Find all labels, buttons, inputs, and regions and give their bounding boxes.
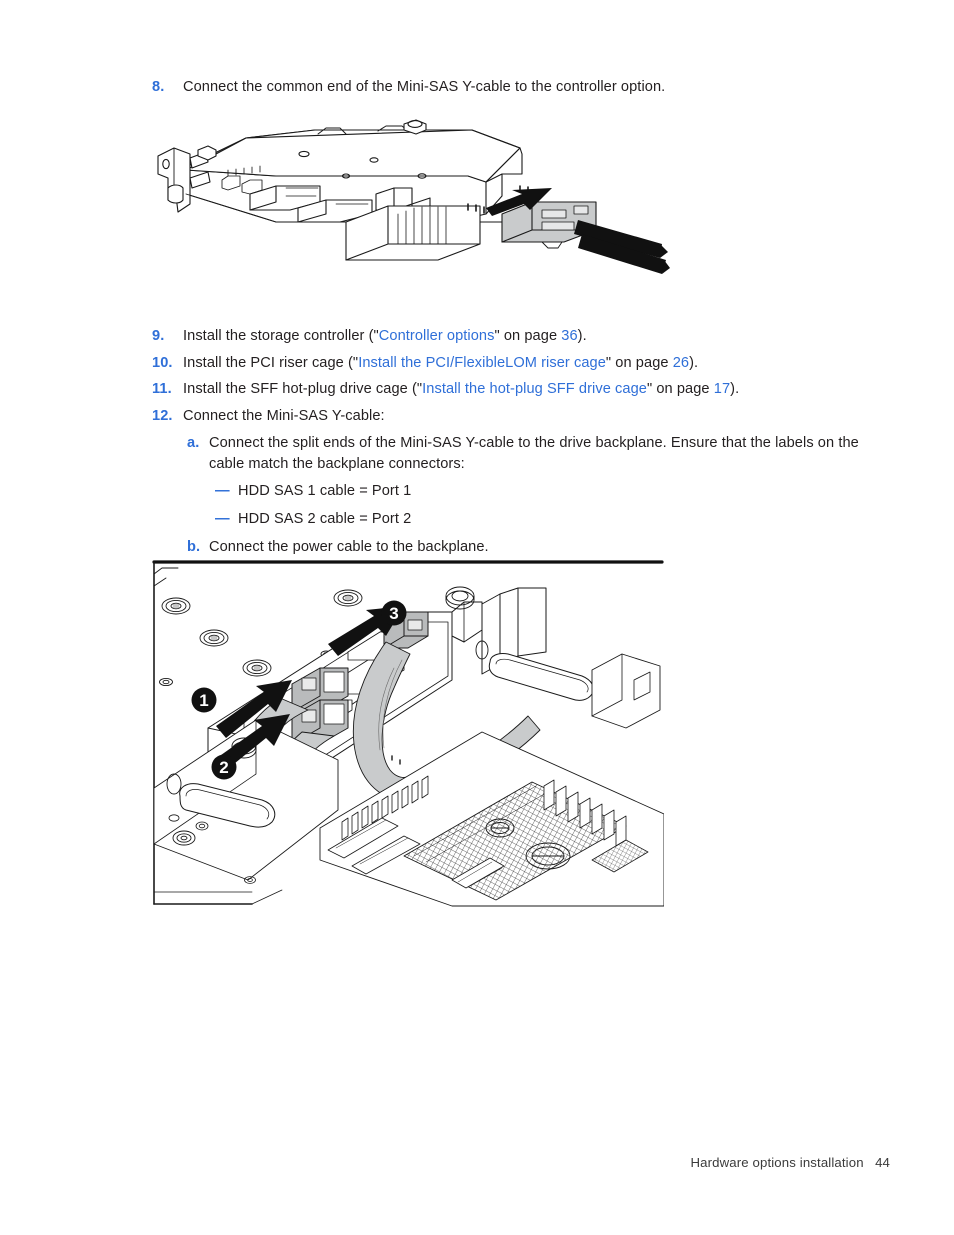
- step-text: Install the SFF hot-plug drive cage ("In…: [183, 379, 912, 400]
- page-reference-link[interactable]: 26: [673, 355, 689, 371]
- chassis-interior-illustration: 1 2 3: [152, 560, 664, 907]
- cross-reference-link[interactable]: Controller options: [379, 328, 495, 344]
- step-number: 10.: [152, 355, 173, 371]
- step-text: Connect the Mini-SAS Y-cable:: [183, 408, 385, 424]
- figure-chassis-interior: 1 2 3: [152, 560, 664, 908]
- svg-text:3: 3: [389, 604, 398, 623]
- svg-text:2: 2: [219, 758, 228, 777]
- list-item-step-12b: b. Connect the power cable to the backpl…: [187, 537, 877, 558]
- step-text-pre: Install the SFF hot-plug drive cage (": [183, 381, 423, 397]
- dash-bullet: —: [215, 483, 230, 499]
- substep-letter: b.: [187, 539, 201, 555]
- step-number: 11.: [152, 381, 172, 397]
- list-item-step-10: 10. Install the PCI riser cage ("Install…: [152, 353, 912, 374]
- step-number: 8.: [152, 79, 165, 95]
- dash-bullet: —: [215, 511, 230, 527]
- substep-letter: a.: [187, 435, 200, 451]
- step-text-pre: Install the storage controller (": [183, 328, 379, 344]
- step-text: Install the PCI riser cage ("Install the…: [183, 353, 912, 374]
- document-page: 8. Connect the common end of the Mini-SA…: [0, 0, 954, 1235]
- list-item-step-9: 9. Install the storage controller ("Cont…: [152, 326, 912, 347]
- step-text-post: ).: [689, 355, 699, 371]
- step-text-mid: " on page: [494, 328, 562, 344]
- substep-text: Connect the split ends of the Mini-SAS Y…: [209, 435, 859, 472]
- step-text-post: ).: [730, 381, 740, 397]
- controller-card-illustration: [157, 119, 670, 274]
- cross-reference-link[interactable]: Install the PCI/FlexibleLOM riser cage: [358, 355, 606, 371]
- list-item-step-8: 8. Connect the common end of the Mini-SA…: [152, 77, 912, 98]
- svg-text:1: 1: [199, 691, 208, 710]
- page-reference-link[interactable]: 36: [561, 328, 577, 344]
- step-text-mid: " on page: [605, 355, 673, 371]
- cross-reference-link[interactable]: Install the hot-plug SFF drive cage: [422, 381, 647, 397]
- step-number: 12.: [152, 408, 173, 424]
- callout-badge-3: 3: [381, 600, 407, 626]
- callout-badge-1: 1: [191, 687, 217, 713]
- callout-badge-2: 2: [211, 754, 237, 780]
- step-text: Connect the common end of the Mini-SAS Y…: [183, 79, 666, 95]
- page-footer: Hardware options installation 44: [691, 1155, 891, 1170]
- list-item-dash-2: — HDD SAS 2 cable = Port 2: [215, 509, 815, 530]
- dash-text: HDD SAS 1 cable = Port 1: [238, 483, 412, 499]
- footer-page-number: 44: [875, 1155, 890, 1170]
- footer-section-title: Hardware options installation: [690, 1155, 864, 1170]
- dash-text: HDD SAS 2 cable = Port 2: [238, 511, 412, 527]
- list-item-step-12a: a. Connect the split ends of the Mini-SA…: [187, 433, 877, 475]
- step-text: Install the storage controller ("Control…: [183, 326, 912, 347]
- step-text-mid: " on page: [646, 381, 714, 397]
- page-reference-link[interactable]: 17: [714, 381, 730, 397]
- list-item-step-11: 11. Install the SFF hot-plug drive cage …: [152, 379, 912, 400]
- figure-controller-card: [150, 118, 670, 293]
- step-text-post: ).: [577, 328, 587, 344]
- step-text-pre: Install the PCI riser cage (": [183, 355, 359, 371]
- list-item-step-12: 12. Connect the Mini-SAS Y-cable:: [152, 406, 912, 427]
- substep-text: Connect the power cable to the backplane…: [209, 539, 489, 555]
- list-item-dash-1: — HDD SAS 1 cable = Port 1: [215, 481, 815, 502]
- step-number: 9.: [152, 328, 165, 344]
